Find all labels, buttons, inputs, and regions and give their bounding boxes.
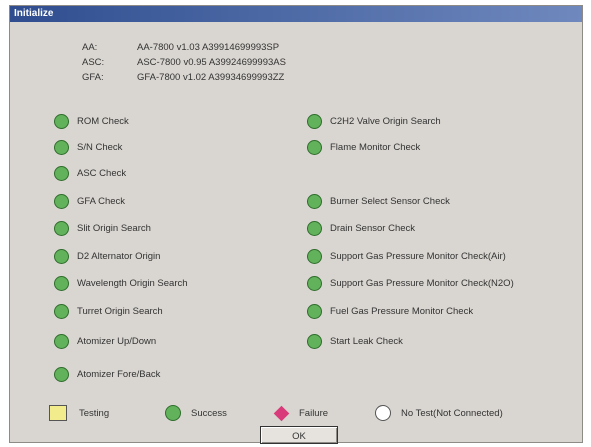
check-label: Support Gas Pressure Monitor Check(N2O) (330, 277, 514, 289)
legend-failure: Failure (273, 404, 328, 422)
success-status-icon (307, 220, 322, 236)
check-item: ASC Check (54, 164, 126, 182)
success-status-icon (54, 248, 69, 264)
no-test-circle-icon (375, 405, 391, 421)
legend-label: Failure (299, 407, 329, 419)
check-item: S/N Check (54, 138, 122, 156)
check-label: ROM Check (77, 115, 129, 127)
info-label: ASC: (82, 57, 105, 68)
info-label: AA: (82, 42, 98, 53)
check-label: Wavelength Origin Search (77, 277, 188, 289)
check-label: ASC Check (77, 167, 127, 179)
info-gfa: GFA: GFA-7800 v1.02 A39934699993ZZ (82, 72, 284, 83)
success-status-icon (54, 165, 69, 181)
success-status-icon (54, 220, 69, 236)
legend-label: Testing (79, 407, 110, 419)
legend-no-test: No Test(Not Connected) (375, 404, 503, 422)
success-status-icon (307, 113, 322, 129)
check-label: Start Leak Check (330, 335, 403, 347)
success-status-icon (54, 193, 69, 209)
check-label: Atomizer Fore/Back (77, 368, 161, 380)
check-label: Drain Sensor Check (330, 222, 416, 234)
success-status-icon (307, 303, 322, 319)
check-item: C2H2 Valve Origin Search (307, 112, 441, 130)
check-item: Fuel Gas Pressure Monitor Check (307, 302, 473, 320)
check-label: GFA Check (77, 195, 126, 207)
success-status-icon (307, 193, 322, 209)
check-label: Flame Monitor Check (330, 141, 421, 153)
check-item: D2 Alternator Origin (54, 247, 160, 265)
check-item: Atomizer Up/Down (54, 332, 156, 350)
check-item: Atomizer Fore/Back (54, 365, 160, 383)
testing-square-icon (49, 405, 67, 421)
failure-diamond-icon (273, 405, 290, 421)
check-item: Support Gas Pressure Monitor Check(N2O) (307, 274, 514, 292)
check-item: ROM Check (54, 112, 129, 130)
legend-label: Success (191, 407, 227, 419)
check-item: Slit Origin Search (54, 219, 151, 237)
success-status-icon (307, 139, 322, 155)
check-item: Burner Select Sensor Check (307, 192, 450, 210)
check-label: Turret Origin Search (77, 305, 163, 317)
success-status-icon (54, 275, 69, 291)
check-item: Start Leak Check (307, 332, 403, 350)
success-status-icon (54, 139, 69, 155)
info-value: AA-7800 v1.03 A39914699993SP (137, 42, 280, 53)
ok-button[interactable]: OK (260, 426, 338, 444)
success-status-icon (54, 113, 69, 129)
info-value: GFA-7800 v1.02 A39934699993ZZ (137, 72, 285, 83)
check-label: D2 Alternator Origin (77, 250, 161, 262)
check-item: Drain Sensor Check (307, 219, 415, 237)
check-label: Atomizer Up/Down (77, 335, 157, 347)
legend-success: Success (165, 404, 227, 422)
info-label: GFA: (82, 72, 104, 83)
success-status-icon (307, 248, 322, 264)
info-asc: ASC: ASC-7800 v0.95 A39924699993AS (82, 57, 286, 68)
info-value: ASC-7800 v0.95 A39924699993AS (137, 57, 286, 68)
check-label: Burner Select Sensor Check (330, 195, 450, 207)
check-label: C2H2 Valve Origin Search (330, 115, 441, 127)
legend-label: No Test(Not Connected) (401, 407, 503, 419)
initialize-dialog: Initialize AA: AA-7800 v1.03 A39914699993… (9, 5, 583, 444)
check-label: Slit Origin Search (77, 222, 151, 234)
check-label: Support Gas Pressure Monitor Check(Air) (330, 250, 506, 262)
success-status-icon (54, 333, 69, 349)
check-item: Flame Monitor Check (307, 138, 420, 156)
success-status-icon (307, 333, 322, 349)
title-bar: Initialize (10, 6, 582, 22)
check-label: S/N Check (77, 141, 123, 153)
info-aa: AA: AA-7800 v1.03 A39914699993SP (82, 42, 279, 53)
success-circle-icon (165, 405, 181, 421)
success-status-icon (54, 303, 69, 319)
check-item: Wavelength Origin Search (54, 274, 188, 292)
success-status-icon (307, 275, 322, 291)
legend-testing: Testing (49, 404, 109, 422)
check-item: GFA Check (54, 192, 125, 210)
check-item: Support Gas Pressure Monitor Check(Air) (307, 247, 506, 265)
success-status-icon (54, 366, 69, 382)
window-title: Initialize (14, 8, 54, 19)
check-label: Fuel Gas Pressure Monitor Check (330, 305, 474, 317)
check-item: Turret Origin Search (54, 302, 163, 320)
